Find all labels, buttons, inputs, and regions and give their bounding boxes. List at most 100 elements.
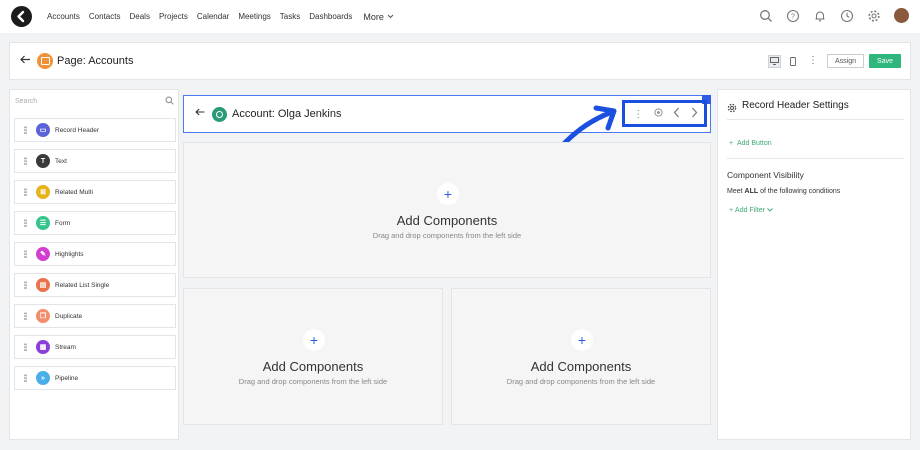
help-icon[interactable]: ? xyxy=(786,9,800,23)
top-navigation: Accounts Contacts Deals Projects Calenda… xyxy=(0,0,920,33)
plus-icon[interactable]: + xyxy=(303,329,325,351)
assign-button[interactable]: Assign xyxy=(827,54,865,68)
plus-icon[interactable]: + xyxy=(571,329,593,351)
component-icon: T xyxy=(36,154,50,168)
component-item[interactable]: ❐ Duplicate xyxy=(14,304,176,328)
more-options-icon[interactable]: ⋮ xyxy=(808,56,818,66)
drag-handle-icon[interactable] xyxy=(24,126,27,134)
component-label: Related Multi xyxy=(55,188,93,196)
condition-suffix: of the following conditions xyxy=(760,188,841,195)
dropzone-subtitle: Drag and drop components from the left s… xyxy=(506,377,656,386)
component-item[interactable]: ✎ Highlights xyxy=(14,242,176,266)
divider xyxy=(727,158,904,159)
component-item[interactable]: » Pipeline xyxy=(14,366,176,390)
dropzone-top[interactable]: + Add Components Drag and drop component… xyxy=(183,142,711,278)
settings-title: Record Header Settings xyxy=(742,100,849,111)
add-filter-link[interactable]: + Add Filter xyxy=(729,207,773,214)
page-header: Page: Accounts ⋮ Assign Save xyxy=(9,42,911,80)
app-logo[interactable] xyxy=(11,6,32,27)
component-icon: ❐ xyxy=(36,309,50,323)
record-header-title: Account: Olga Jenkins xyxy=(232,108,342,120)
component-label: Form xyxy=(55,219,71,227)
component-item[interactable]: ☰ Form xyxy=(14,211,176,235)
component-label: Duplicate xyxy=(55,312,83,320)
nav-more-label: More xyxy=(363,11,384,22)
mobile-view-icon[interactable] xyxy=(786,54,800,68)
gear-icon xyxy=(727,100,737,118)
drag-handle-icon[interactable] xyxy=(24,312,27,320)
settings-panel: Record Header Settings + Add Button Comp… xyxy=(717,89,911,440)
nav-calendar[interactable]: Calendar xyxy=(197,12,229,21)
plus-icon[interactable]: + xyxy=(437,183,459,205)
chevron-down-icon xyxy=(387,14,394,19)
component-icon: » xyxy=(36,371,50,385)
drag-handle-icon[interactable] xyxy=(24,281,27,289)
dropzone-bottom-right[interactable]: + Add Components Drag and drop component… xyxy=(451,288,711,425)
component-item[interactable]: ⊠ Related Multi xyxy=(14,180,176,204)
component-label: Stream xyxy=(55,343,76,351)
component-icon: ▤ xyxy=(36,278,50,292)
dropzone-title: Add Components xyxy=(530,359,632,374)
component-label: Related List Single xyxy=(55,281,110,289)
gear-icon[interactable] xyxy=(867,9,881,23)
search-bar[interactable]: Search xyxy=(13,94,176,108)
nav-links: Accounts Contacts Deals Projects Calenda… xyxy=(47,0,394,33)
search-icon[interactable] xyxy=(759,9,773,23)
bell-icon[interactable] xyxy=(813,9,827,23)
header-actions: ⋮ Assign Save xyxy=(768,54,901,68)
component-label: Text xyxy=(55,157,67,165)
component-icon: ▭ xyxy=(36,123,50,137)
dropzone-subtitle: Drag and drop components from the left s… xyxy=(238,377,388,386)
drag-handle-icon[interactable] xyxy=(24,250,27,258)
component-label: Highlights xyxy=(55,250,84,258)
visibility-title: Component Visibility xyxy=(727,170,804,180)
page-title: Page: Accounts xyxy=(57,55,134,67)
condition-prefix: Meet xyxy=(727,188,743,195)
search-icon[interactable] xyxy=(165,96,174,107)
desktop-view-icon[interactable] xyxy=(768,54,782,68)
component-icon: ☰ xyxy=(36,216,50,230)
nav-projects[interactable]: Projects xyxy=(159,12,188,21)
nav-icons: ? xyxy=(746,8,909,23)
divider xyxy=(727,119,904,120)
back-arrow-icon[interactable] xyxy=(20,55,31,67)
drag-handle-icon[interactable] xyxy=(24,343,27,351)
component-icon: ▦ xyxy=(36,340,50,354)
component-item[interactable]: T Text xyxy=(14,149,176,173)
page-icon xyxy=(37,53,53,69)
user-avatar[interactable] xyxy=(894,8,909,23)
save-button[interactable]: Save xyxy=(869,54,901,68)
condition-bold: ALL xyxy=(744,188,759,195)
drag-handle-icon[interactable] xyxy=(24,374,27,382)
drag-handle-icon[interactable] xyxy=(24,219,27,227)
components-panel: Search ▭ Record Header T Text ⊠ Related Multi… xyxy=(9,89,179,440)
nav-accounts[interactable]: Accounts xyxy=(47,12,80,21)
svg-text:?: ? xyxy=(791,13,795,20)
add-button-link[interactable]: + Add Button xyxy=(729,140,772,147)
visibility-condition: Meet ALL of the following conditions xyxy=(727,188,840,195)
dropzone-subtitle: Drag and drop components from the left s… xyxy=(372,231,522,240)
nav-deals[interactable]: Deals xyxy=(129,12,149,21)
component-icon: ⊠ xyxy=(36,185,50,199)
component-label: Record Header xyxy=(55,126,100,134)
nav-dashboards[interactable]: Dashboards xyxy=(309,12,352,21)
nav-more[interactable]: More xyxy=(363,12,394,22)
component-item[interactable]: ▤ Related List Single xyxy=(14,273,176,297)
drag-handle-icon[interactable] xyxy=(24,157,27,165)
nav-contacts[interactable]: Contacts xyxy=(89,12,121,21)
search-input[interactable]: Search xyxy=(15,98,37,105)
dropzone-title: Add Components xyxy=(262,359,364,374)
component-item[interactable]: ▭ Record Header xyxy=(14,118,176,142)
add-button-label: Add Button xyxy=(736,140,772,147)
dropzone-bottom-left[interactable]: + Add Components Drag and drop component… xyxy=(183,288,443,425)
component-label: Pipeline xyxy=(55,374,79,382)
component-item[interactable]: ▦ Stream xyxy=(14,335,176,359)
clock-icon[interactable] xyxy=(840,9,854,23)
component-icon: ✎ xyxy=(36,247,50,261)
back-arrow-icon[interactable] xyxy=(195,108,205,119)
nav-tasks[interactable]: Tasks xyxy=(280,12,300,21)
nav-meetings[interactable]: Meetings xyxy=(238,12,270,21)
chevron-down-icon xyxy=(767,208,773,212)
drag-handle-icon[interactable] xyxy=(24,188,27,196)
annotation-highlight-box xyxy=(622,100,707,127)
